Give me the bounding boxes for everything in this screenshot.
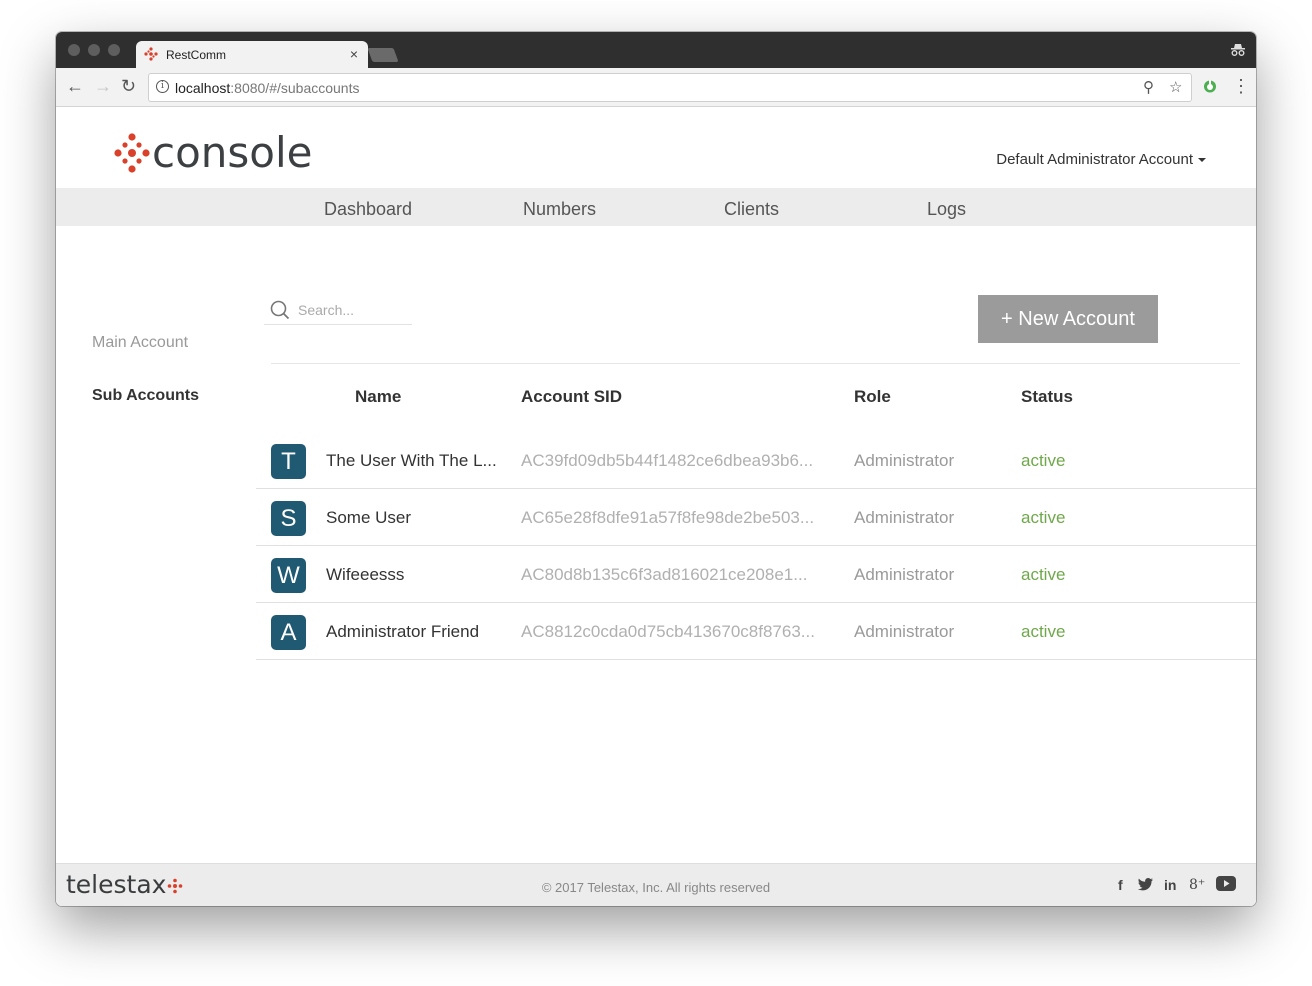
zoom-window-button[interactable] <box>108 44 120 56</box>
avatar: W <box>271 558 306 593</box>
avatar: T <box>271 444 306 479</box>
table-row[interactable]: A Administrator Friend AC8812c0cda0d75cb… <box>256 602 1256 660</box>
url-path: :8080/#/subaccounts <box>230 80 360 96</box>
back-arrow-icon[interactable]: ← <box>66 76 84 96</box>
browser-window: RestComm × ← → ↻ i localhost:8080/#/suba… <box>56 32 1256 906</box>
incognito-icon <box>1231 44 1245 56</box>
key-icon[interactable]: ⚲ <box>1143 78 1154 96</box>
console-logo[interactable]: console <box>114 128 314 177</box>
restcomm-logo-icon <box>114 133 150 173</box>
table-row[interactable]: T The User With The L... AC39fd09db5b44f… <box>256 431 1256 489</box>
logo-text: console <box>152 128 313 177</box>
google-plus-icon[interactable]: 8⁺ <box>1189 877 1205 893</box>
avatar: A <box>271 615 306 650</box>
restcomm-favicon-icon <box>144 47 158 61</box>
footer: telestax © 2017 Telestax, Inc. All right… <box>56 863 1256 906</box>
address-bar[interactable]: i localhost:8080/#/subaccounts ⚲ ☆ <box>148 73 1192 102</box>
account-sid: AC39fd09db5b44f1482ce6dbea93b6... <box>521 451 814 470</box>
account-name[interactable]: Some User <box>326 508 411 528</box>
twitter-icon[interactable] <box>1138 878 1153 891</box>
close-window-button[interactable] <box>68 44 80 56</box>
search-icon <box>270 300 290 320</box>
reload-icon[interactable]: ↻ <box>121 76 136 96</box>
facebook-icon[interactable]: f <box>1118 877 1123 893</box>
nav-logs[interactable]: Logs <box>927 199 966 220</box>
page: console Default Administrator Account Da… <box>56 107 1256 906</box>
browser-toolbar: ← → ↻ i localhost:8080/#/subaccounts ⚲ ☆… <box>56 68 1256 107</box>
copyright-text: © 2017 Telestax, Inc. All rights reserve… <box>541 880 771 895</box>
column-header-role[interactable]: Role <box>854 387 891 407</box>
browser-tab-bar: RestComm × <box>56 32 1256 68</box>
account-role: Administrator <box>854 565 955 584</box>
account-role: Administrator <box>854 622 955 641</box>
tab-title: RestComm <box>166 48 227 62</box>
account-role: Administrator <box>854 508 955 527</box>
sidebar-item-main-account[interactable]: Main Account <box>92 334 188 352</box>
search-box <box>264 296 412 325</box>
status-badge: active <box>1021 565 1066 584</box>
column-header-account-sid[interactable]: Account SID <box>521 387 622 407</box>
account-name[interactable]: Administrator Friend <box>326 622 479 642</box>
column-header-status[interactable]: Status <box>1021 387 1073 407</box>
account-dropdown[interactable]: Default Administrator Account <box>996 151 1206 168</box>
minimize-window-button[interactable] <box>88 44 100 56</box>
status-badge: active <box>1021 622 1066 641</box>
extension-icon[interactable] <box>1202 78 1218 94</box>
tab-close-icon[interactable]: × <box>350 46 358 62</box>
table-row[interactable]: S Some User AC65e28f8dfe91a57f8fe98de2be… <box>256 488 1256 546</box>
url-host: localhost <box>175 80 231 96</box>
linkedin-icon[interactable]: in <box>1164 877 1176 893</box>
status-badge: active <box>1021 508 1066 527</box>
account-name[interactable]: Wifeeesss <box>326 565 404 585</box>
account-sid: AC65e28f8dfe91a57f8fe98de2be503... <box>521 508 815 527</box>
browser-tab[interactable]: RestComm × <box>136 41 368 68</box>
nav-clients[interactable]: Clients <box>724 199 779 220</box>
nav-dashboard[interactable]: Dashboard <box>324 199 412 220</box>
account-name[interactable]: The User With The L... <box>326 451 497 471</box>
header-divider <box>271 363 1240 364</box>
url-text: localhost:8080/#/subaccounts <box>175 80 359 96</box>
sidebar-item-sub-accounts[interactable]: Sub Accounts <box>92 387 199 405</box>
account-sid: AC80d8b135c6f3ad816021ce208e1... <box>521 565 808 584</box>
status-badge: active <box>1021 451 1066 470</box>
new-tab-button[interactable] <box>367 48 399 62</box>
nav-numbers[interactable]: Numbers <box>523 199 596 220</box>
account-dropdown-label: Default Administrator Account <box>996 151 1193 168</box>
account-role: Administrator <box>854 451 955 470</box>
new-account-button[interactable]: + New Account <box>978 295 1158 343</box>
youtube-icon[interactable] <box>1216 876 1236 891</box>
main-nav: Dashboard Numbers Clients Logs <box>56 188 1256 226</box>
account-sid: AC8812c0cda0d75cb413670c8f8763... <box>521 622 815 641</box>
table-row[interactable]: W Wifeeesss AC80d8b135c6f3ad816021ce208e… <box>256 545 1256 603</box>
forward-arrow-icon[interactable]: → <box>94 76 112 96</box>
column-header-name[interactable]: Name <box>355 387 401 407</box>
search-input[interactable] <box>298 300 410 320</box>
bookmark-star-icon[interactable]: ☆ <box>1169 78 1182 96</box>
info-icon[interactable]: i <box>156 80 169 93</box>
browser-menu-icon[interactable]: ⋮ <box>1232 76 1250 96</box>
caret-down-icon <box>1198 158 1206 163</box>
avatar: S <box>271 501 306 536</box>
